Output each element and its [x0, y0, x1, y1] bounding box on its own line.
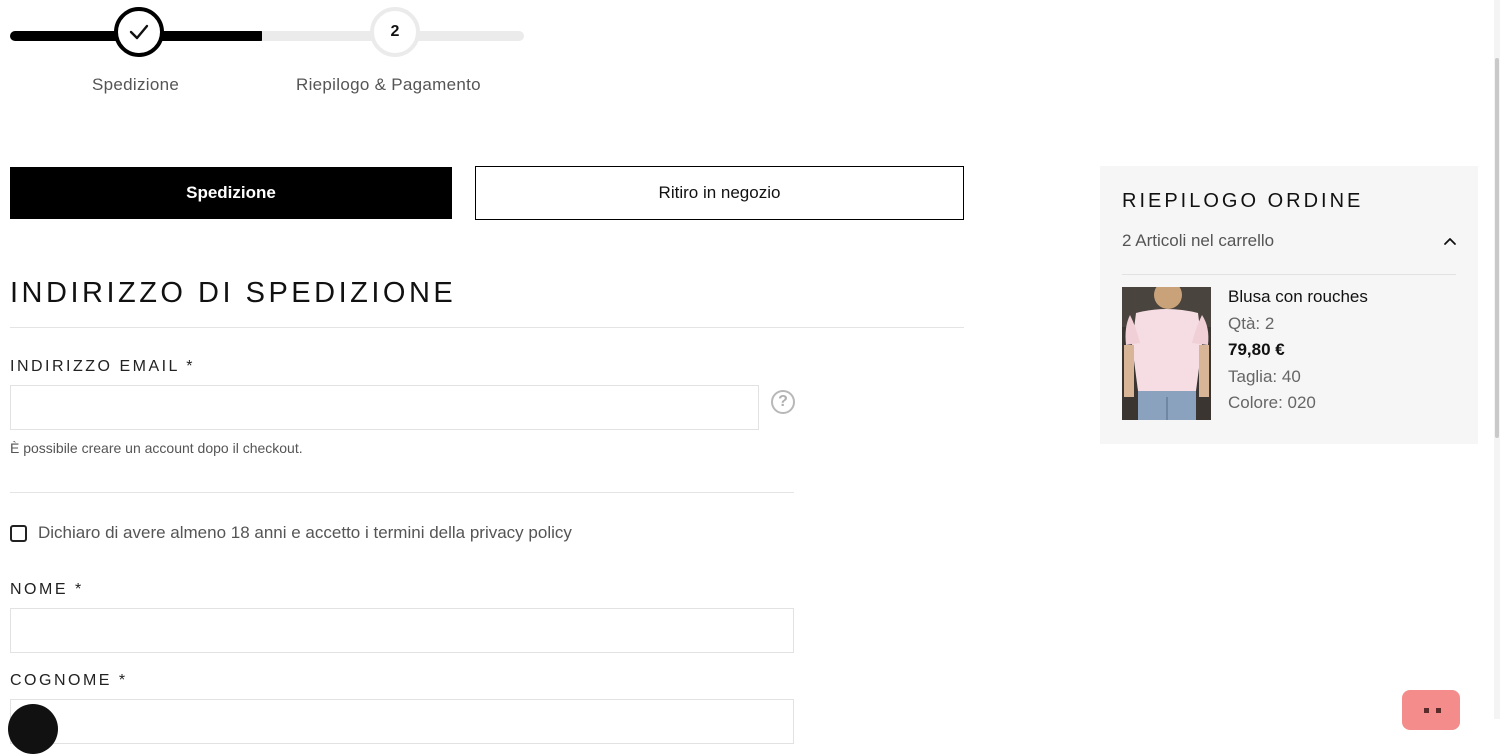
- first-name-input[interactable]: [10, 608, 794, 653]
- product-price: 79,80 €: [1228, 340, 1285, 359]
- scrollbar-thumb[interactable]: [1495, 58, 1499, 438]
- product-thumbnail[interactable]: [1122, 287, 1211, 420]
- order-summary-title: RIEPILOGO ORDINE: [1122, 190, 1364, 212]
- summary-divider: [1122, 274, 1456, 275]
- email-input[interactable]: [10, 385, 759, 430]
- section-divider: [10, 327, 964, 328]
- privacy-checkbox[interactable]: [10, 525, 27, 542]
- step-2-number: 2: [390, 23, 400, 40]
- section-title: INDIRIZZO DI SPEDIZIONE: [10, 277, 457, 309]
- last-name-input[interactable]: [10, 699, 794, 744]
- cart-item-count[interactable]: 2 Articoli nel carrello: [1122, 231, 1274, 251]
- tab-shipping[interactable]: Spedizione: [10, 167, 452, 219]
- privacy-label[interactable]: Dichiaro di avere almeno 18 anni e accet…: [38, 523, 572, 543]
- first-name-label: NOME *: [10, 581, 84, 598]
- product-size: Taglia: 40: [1228, 367, 1301, 386]
- step-1-label: Spedizione: [92, 75, 180, 94]
- tab-store-pickup[interactable]: Ritiro in negozio: [475, 166, 964, 220]
- email-label: INDIRIZZO EMAIL *: [10, 358, 196, 375]
- help-icon-glyph: ?: [778, 393, 788, 410]
- product-photo-illustration: [1122, 287, 1211, 420]
- email-hint: È possibile creare un account dopo il ch…: [10, 440, 303, 456]
- email-divider: [10, 492, 794, 493]
- step-2-label: Riepilogo & Pagamento: [296, 75, 481, 94]
- chevron-up-icon[interactable]: [1442, 233, 1458, 249]
- pink-widget-button[interactable]: [1402, 690, 1460, 730]
- widget-face-icon: [1424, 708, 1441, 713]
- step-2-current: 2: [370, 7, 420, 57]
- product-color: Colore: 020: [1228, 393, 1316, 412]
- chat-bubble-button[interactable]: [8, 704, 58, 754]
- product-name[interactable]: Blusa con rouches: [1228, 287, 1368, 307]
- checkmark-icon: [129, 24, 149, 40]
- product-quantity: Qtà: 2: [1228, 314, 1275, 333]
- help-icon[interactable]: ?: [771, 390, 795, 414]
- last-name-label: COGNOME *: [10, 672, 128, 689]
- step-1-done: [114, 7, 164, 57]
